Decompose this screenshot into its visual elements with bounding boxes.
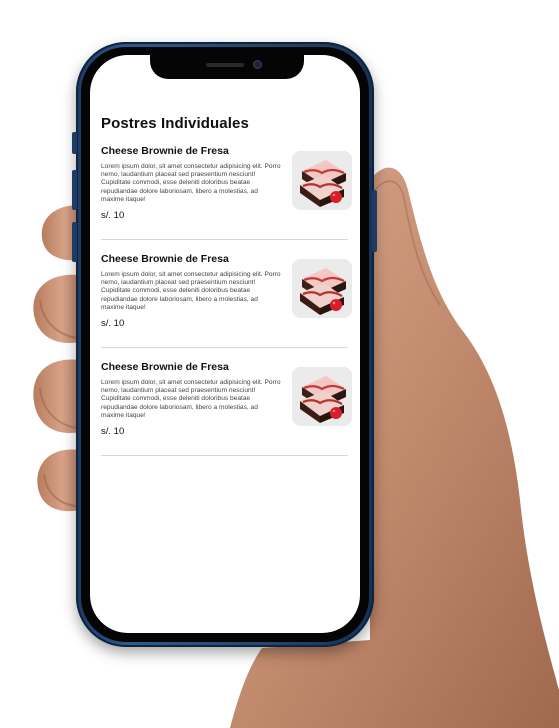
- menu-item-text: Cheese Brownie de Fresa Lorem ipsum dolo…: [101, 253, 281, 329]
- cheese-brownie-photo[interactable]: [292, 259, 352, 318]
- volume-down-button: [72, 222, 77, 262]
- menu-item-price: s/. 10: [101, 318, 125, 330]
- menu-item[interactable]: Cheese Brownie de Fresa Lorem ipsum dolo…: [101, 361, 352, 456]
- cheese-brownie-photo[interactable]: [292, 367, 352, 426]
- menu-item-name: Cheese Brownie de Fresa: [101, 253, 229, 265]
- menu-content: Postres Individuales Cheese Brownie de F…: [101, 115, 352, 469]
- power-button: [372, 190, 377, 252]
- menu-item-description: Lorem ipsum dolor, sit amet consectetur …: [101, 271, 281, 311]
- menu-item[interactable]: Cheese Brownie de Fresa Lorem ipsum dolo…: [101, 253, 352, 348]
- silent-switch: [72, 132, 77, 154]
- volume-up-button: [72, 170, 77, 210]
- menu-item[interactable]: Cheese Brownie de Fresa Lorem ipsum dolo…: [101, 145, 352, 240]
- menu-item-price: s/. 10: [101, 426, 125, 438]
- menu-item-name: Cheese Brownie de Fresa: [101, 361, 229, 373]
- menu-item-price: s/. 10: [101, 210, 125, 222]
- mockup-stage: Postres Individuales Cheese Brownie de F…: [0, 0, 559, 728]
- front-camera-icon: [253, 60, 262, 69]
- phone-screen: Postres Individuales Cheese Brownie de F…: [90, 55, 360, 633]
- menu-item-text: Cheese Brownie de Fresa Lorem ipsum dolo…: [101, 361, 281, 437]
- cheese-brownie-photo[interactable]: [292, 151, 352, 210]
- menu-item-name: Cheese Brownie de Fresa: [101, 145, 229, 157]
- menu-item-description: Lorem ipsum dolor, sit amet consectetur …: [101, 379, 281, 419]
- menu-item-text: Cheese Brownie de Fresa Lorem ipsum dolo…: [101, 145, 281, 221]
- speaker-grille: [206, 63, 244, 67]
- menu-item-description: Lorem ipsum dolor, sit amet consectetur …: [101, 163, 281, 203]
- section-title: Postres Individuales: [101, 115, 249, 132]
